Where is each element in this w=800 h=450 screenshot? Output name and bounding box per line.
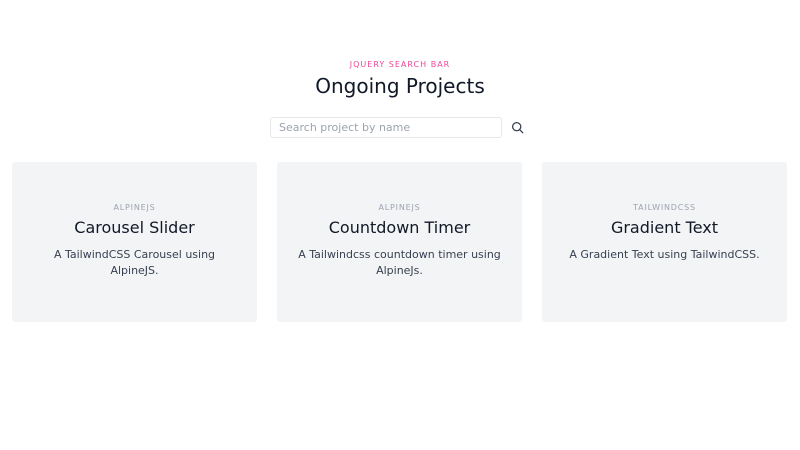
search-icon: [511, 121, 523, 134]
project-title: Countdown Timer: [328, 218, 471, 237]
project-title: Gradient Text: [610, 218, 719, 237]
page-title: Ongoing Projects: [315, 74, 485, 98]
project-title: Carousel Slider: [74, 218, 195, 237]
project-card[interactable]: TAILWINDCSS Gradient Text A Gradient Tex…: [542, 162, 787, 322]
search-bar: [270, 117, 525, 138]
search-button[interactable]: [509, 120, 525, 136]
project-tag: TAILWINDCSS: [633, 203, 696, 212]
project-description: A Gradient Text using TailwindCSS.: [569, 248, 760, 261]
search-input[interactable]: [270, 117, 502, 138]
project-card-list: ALPINEJS Carousel Slider A TailwindCSS C…: [12, 162, 787, 322]
page-header: JQUERY SEARCH BAR Ongoing Projects: [0, 60, 800, 99]
project-card[interactable]: ALPINEJS Carousel Slider A TailwindCSS C…: [12, 162, 257, 322]
page-eyebrow: JQUERY SEARCH BAR: [349, 60, 451, 69]
project-description: A Tailwindcss countdown timer using Alpi…: [298, 248, 501, 277]
project-tag: ALPINEJS: [378, 203, 421, 212]
project-tag: ALPINEJS: [113, 203, 156, 212]
project-description: A TailwindCSS Carousel using AlpineJS.: [53, 248, 216, 277]
project-card[interactable]: ALPINEJS Countdown Timer A Tailwindcss c…: [277, 162, 522, 322]
